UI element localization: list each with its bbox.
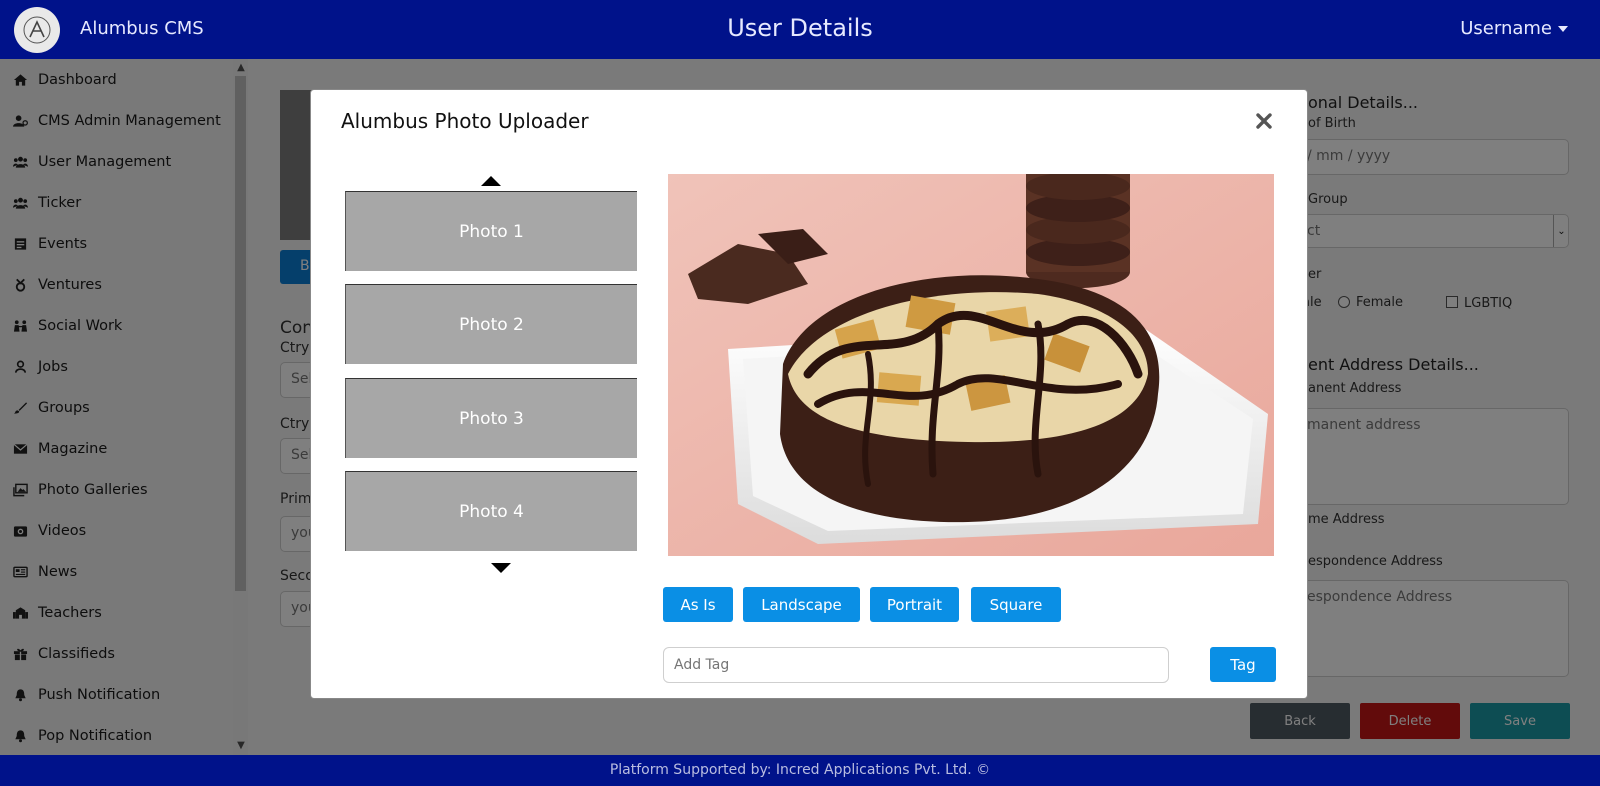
top-header: Alumbus CMS User Details Username: [0, 0, 1600, 59]
scroll-up-arrow-icon[interactable]: [481, 176, 501, 186]
footer: Platform Supported by: Incred Applicatio…: [0, 755, 1600, 786]
portrait-button[interactable]: Portrait: [870, 587, 959, 622]
photo-thumbnail-1[interactable]: Photo 1: [345, 191, 637, 271]
username-label: Username: [1460, 18, 1552, 39]
add-tag-input[interactable]: [663, 647, 1169, 683]
modal-title: Alumbus Photo Uploader: [341, 109, 589, 133]
landscape-button[interactable]: Landscape: [743, 587, 860, 622]
photo-thumbnail-4[interactable]: Photo 4: [345, 471, 637, 551]
photo-thumbnail-3[interactable]: Photo 3: [345, 378, 637, 458]
tag-button[interactable]: Tag: [1210, 647, 1276, 682]
close-icon[interactable]: [1255, 112, 1273, 130]
dessert-photo: [668, 174, 1274, 556]
photo-uploader-modal: Alumbus Photo Uploader Photo 1 Photo 2 P…: [310, 89, 1308, 699]
scroll-down-arrow-icon[interactable]: [491, 563, 511, 573]
as-is-button[interactable]: As Is: [663, 587, 733, 622]
alumbus-logo[interactable]: [14, 7, 60, 53]
page-title: User Details: [727, 14, 873, 42]
user-menu[interactable]: Username: [1460, 18, 1568, 39]
app-title: Alumbus CMS: [80, 18, 204, 39]
square-button[interactable]: Square: [971, 587, 1061, 622]
photo-preview: [668, 174, 1274, 556]
photo-thumbnail-2[interactable]: Photo 2: [345, 284, 637, 364]
logo-icon: [23, 16, 51, 44]
caret-down-icon: [1558, 25, 1568, 32]
